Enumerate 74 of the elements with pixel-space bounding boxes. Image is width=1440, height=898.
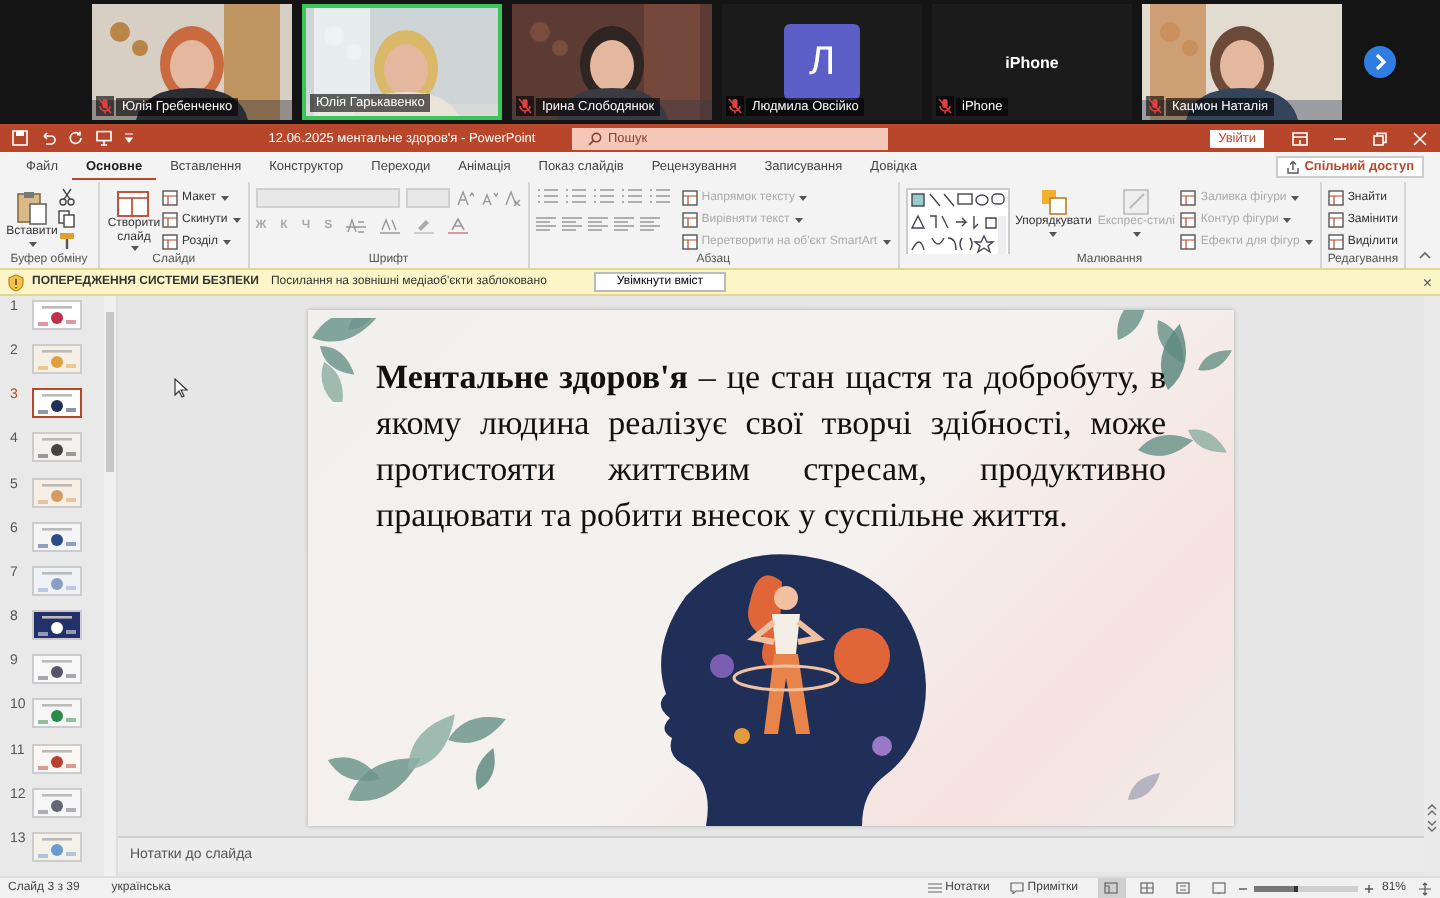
search-icon [588,131,602,145]
caret-icon [1131,229,1142,238]
fit-slide-icon[interactable] [1418,881,1432,895]
caret-icon [219,194,230,203]
justify-icon[interactable] [613,216,634,232]
caret-icon [221,238,232,247]
undo-icon[interactable] [40,130,56,146]
avatar-initial: Л [784,24,860,100]
view-button[interactable] [1097,878,1126,898]
format-painter-icon[interactable] [58,232,76,250]
align-right-icon[interactable] [587,216,608,232]
restore-icon[interactable] [1372,131,1388,145]
caret-icon [231,216,242,225]
slide-text: Ментальне здоров'я – це стан щастя та добробуту, в якому людина реалізує свої творчі здібності, може протистояти життєвим стресам, продуктивно працювати та робити внесок у суспільне життя. [376,356,1166,538]
next-page-icon[interactable] [1364,46,1396,78]
ribbon-display-icon[interactable] [1292,131,1308,145]
slide-show-icon [1212,882,1227,894]
decrease-indent-icon[interactable] [591,188,616,204]
quick-styles-icon [1122,188,1151,216]
caret-icon [1303,237,1314,245]
zoom-in-icon[interactable] [1363,883,1374,893]
item-icon [162,234,178,251]
item-icon [681,233,698,249]
caret-icon [1290,193,1301,201]
columns-icon[interactable] [639,216,660,232]
collapse-ribbon-icon[interactable] [1418,250,1432,260]
item-icon [681,211,698,227]
presentation-icon[interactable] [96,130,112,146]
save-icon[interactable] [12,130,28,146]
slide-sorter-icon [1140,882,1155,894]
cut-icon[interactable] [58,188,76,206]
clipboard-icon [16,190,48,227]
caret-icon [798,193,809,201]
caret-icon [881,237,892,245]
caret-icon [1048,229,1059,238]
shapes-gallery-icon[interactable] [905,188,1010,254]
item-icon [681,189,698,205]
caret-icon [129,244,139,253]
caret-icon [1282,215,1293,223]
item-icon [1327,233,1344,249]
notes-icon [927,882,942,894]
arrange-icon [1039,188,1068,216]
customize-icon[interactable] [124,132,134,144]
redo-icon[interactable] [68,130,84,146]
align-left-icon[interactable] [535,216,556,232]
zoom-out-icon[interactable] [1237,883,1248,893]
caret-icon [793,215,804,223]
close-button[interactable]: × [1422,273,1432,291]
previous-slide-icon[interactable] [1426,804,1438,816]
copy-icon[interactable] [58,210,76,228]
numbering-icon[interactable] [563,188,588,204]
line-spacing-icon[interactable] [647,188,672,204]
next-slide-icon[interactable] [1426,820,1438,832]
item-icon [162,212,178,229]
item-icon [1327,189,1344,205]
item-icon [1327,211,1344,227]
reading-view-icon [1176,882,1191,894]
close-icon[interactable] [1412,131,1428,145]
caret-icon [27,239,37,248]
increase-indent-icon[interactable] [619,188,644,204]
shield-icon [8,273,24,291]
item-icon [162,190,178,207]
item-icon [1180,189,1197,205]
comment-icon [1009,882,1024,894]
normal-view-icon [1104,882,1119,894]
device-name: iPhone [1005,53,1059,71]
cursor-icon [174,378,188,398]
item-icon [1180,211,1197,227]
share-icon [1286,160,1301,174]
bullets-icon[interactable] [535,188,560,204]
new-slide-icon [116,188,152,218]
center-icon[interactable] [561,216,582,232]
zoom-slider[interactable] [1253,885,1358,891]
item-icon [1180,233,1197,249]
